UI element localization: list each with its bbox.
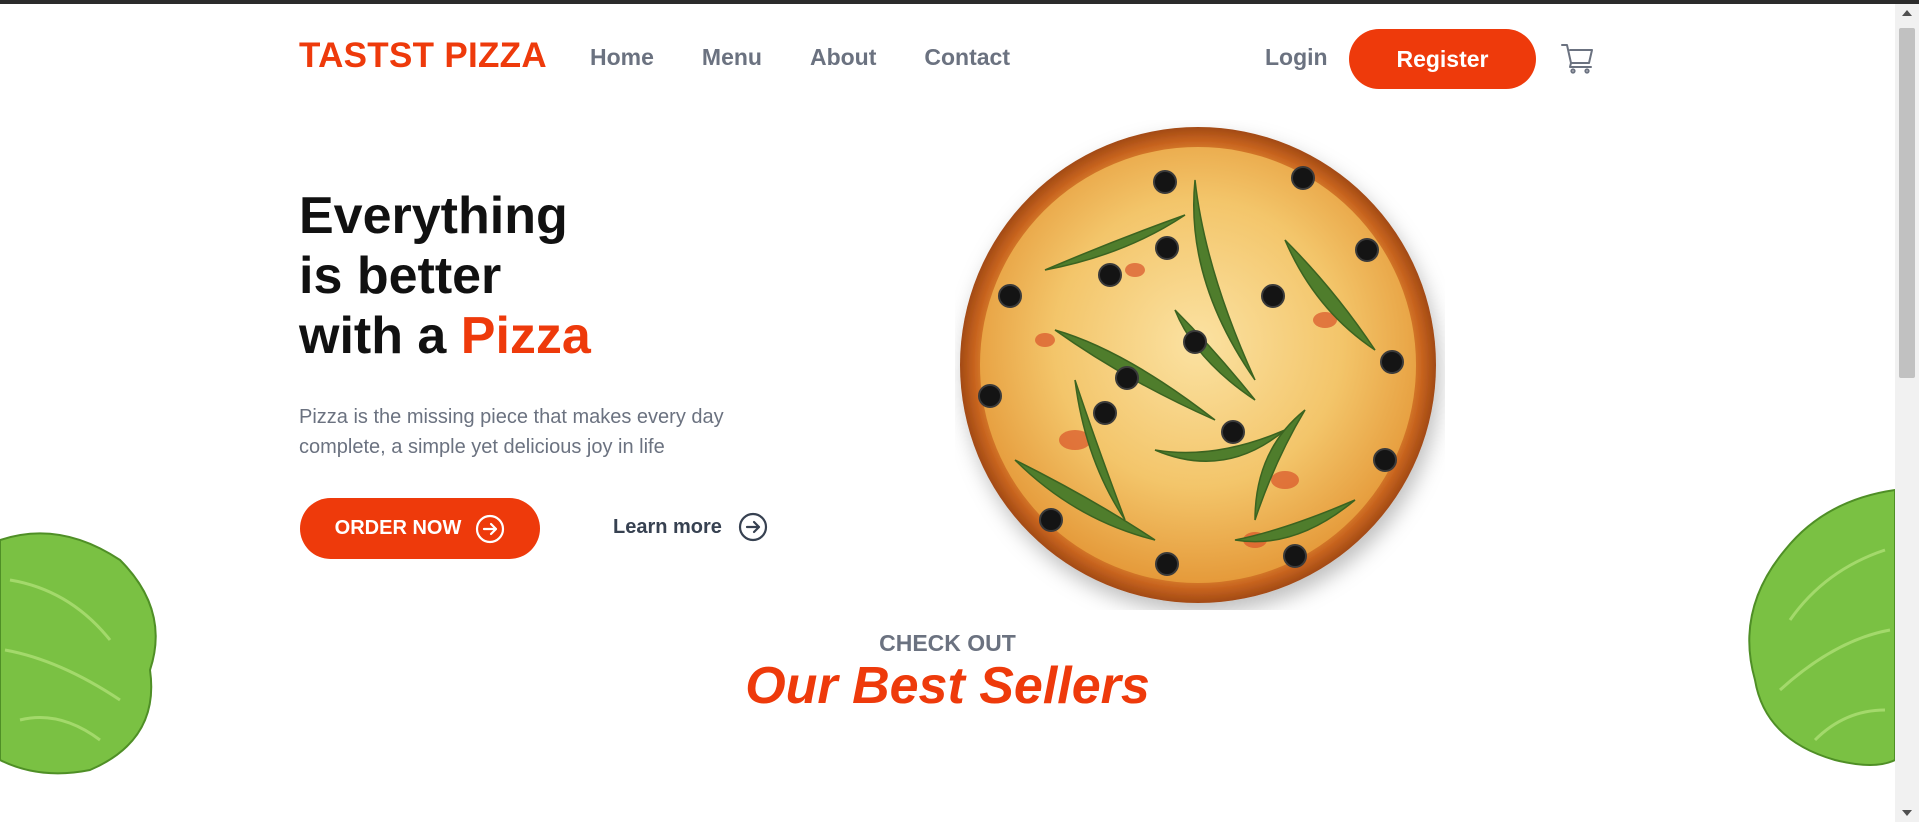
cart-icon[interactable]	[1561, 42, 1595, 74]
nav-link-home[interactable]: Home	[590, 44, 654, 71]
learn-more-label: Learn more	[613, 515, 722, 538]
site-logo[interactable]: TASTST PIZZA	[299, 36, 547, 76]
scroll-up-arrow[interactable]	[1902, 10, 1912, 16]
scroll-down-arrow[interactable]	[1902, 810, 1912, 816]
best-sellers-title: Our Best Sellers	[745, 657, 1150, 715]
nav-link-contact[interactable]: Contact	[924, 44, 1010, 71]
register-button[interactable]: Register	[1349, 29, 1536, 89]
lettuce-decoration-left	[0, 532, 157, 775]
login-link[interactable]: Login	[1265, 44, 1328, 71]
best-sellers-kicker: CHECK OUT	[879, 630, 1016, 656]
nav-link-about[interactable]: About	[810, 44, 876, 71]
hero-title-accent: Pizza	[460, 307, 591, 365]
pizza-image	[960, 127, 1436, 603]
lettuce-decoration-right	[1748, 488, 1895, 766]
main-nav: Home Menu About Contact	[590, 44, 1010, 71]
order-now-button[interactable]: ORDER NOW	[300, 498, 540, 559]
hero-title-line3: with a	[299, 307, 461, 365]
page-scrollbar[interactable]	[1895, 4, 1919, 822]
nav-link-menu[interactable]: Menu	[702, 44, 762, 71]
hero-title-line1: Everything	[299, 187, 568, 245]
arrow-right-circle-icon	[738, 512, 768, 542]
hero-description: Pizza is the missing piece that makes ev…	[299, 406, 724, 458]
browser-top-edge	[0, 0, 1919, 4]
learn-more-link[interactable]: Learn more	[613, 512, 768, 542]
order-now-label: ORDER NOW	[334, 517, 462, 539]
scroll-thumb[interactable]	[1899, 28, 1915, 378]
hero-title: Everything is better with a Pizza	[299, 186, 591, 366]
arrow-right-circle-icon	[476, 514, 505, 543]
hero-title-line2: is better	[299, 247, 502, 305]
